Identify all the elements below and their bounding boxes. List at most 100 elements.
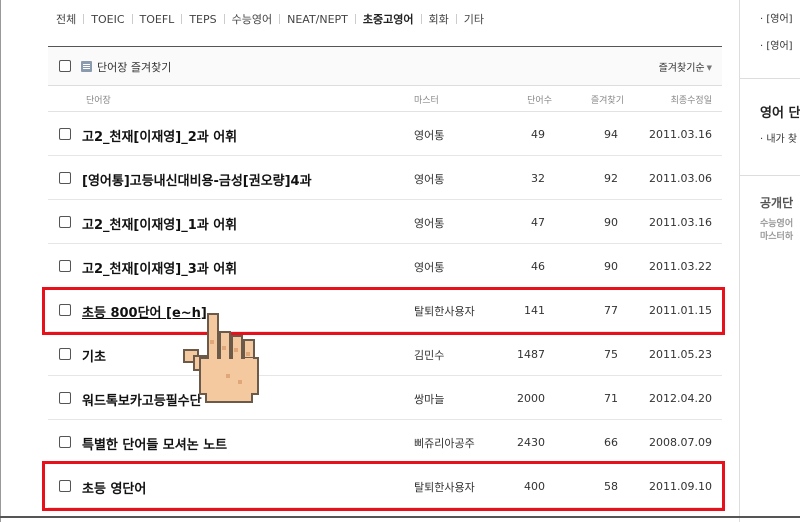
wordbook-title-link[interactable]: 고2_천재[이재영]_2과 어휘 <box>82 126 237 145</box>
wordbook-title-link[interactable]: 기초 <box>82 346 106 365</box>
word-count: 1487 <box>517 348 545 361</box>
sidebar-link[interactable]: · 내가 찾 <box>760 130 797 145</box>
category-tab[interactable]: NEAT/NEPT <box>287 13 348 26</box>
word-count: 46 <box>531 260 545 273</box>
sort-dropdown[interactable]: 즐겨찾기순 ▼ <box>659 59 712 74</box>
table-row: 워드톡보카고등필수단 쌍마늘 2000 71 2012.04.20 <box>48 376 722 420</box>
favorite-count: 66 <box>604 436 618 449</box>
table-header: 단어장 마스터 단어수 즐겨찾기 최종수정일 <box>48 86 722 112</box>
wordbook-table-body: 고2_천재[이재영]_2과 어휘 영어통 49 94 2011.03.16 [영어통]고등… <box>48 112 722 508</box>
column-header-count: 단어수 <box>527 96 552 106</box>
favorite-count: 92 <box>604 172 618 185</box>
right-sidebar: · [영어] · [영어] 영어 단 · 내가 찾 공개단 수능영어 마스터하 <box>740 0 800 522</box>
modified-date: 2011.05.23 <box>649 348 712 361</box>
wordbook-title-link[interactable]: 고2_천재[이재영]_3과 어휘 <box>82 258 237 277</box>
wordbook-title-link[interactable]: 초등 영단어 <box>82 478 146 497</box>
modified-date: 2011.01.15 <box>649 304 712 317</box>
row-checkbox[interactable] <box>59 172 71 184</box>
nav-separator <box>83 14 85 24</box>
category-tab[interactable]: TEPS <box>189 13 216 26</box>
word-count: 2000 <box>517 392 545 405</box>
sidebar-divider-line <box>740 175 800 176</box>
sidebar-divider-line <box>740 78 800 79</box>
column-header-date: 최종수정일 <box>670 96 712 106</box>
add-favorite-button[interactable]: 단어장 즐겨찾기 <box>97 59 171 75</box>
nav-separator <box>354 14 356 24</box>
column-header-title: 단어장 <box>86 96 111 106</box>
column-header-master: 마스터 <box>414 96 439 106</box>
favorite-count: 75 <box>604 348 618 361</box>
category-tab[interactable]: 회화 <box>429 11 449 27</box>
sidebar-link[interactable]: · [영어] <box>760 37 793 52</box>
list-icon <box>81 61 92 72</box>
master-name: 영어통 <box>414 217 445 230</box>
master-name: 김민수 <box>414 349 445 362</box>
modified-date: 2012.04.20 <box>649 392 712 405</box>
sidebar-section-desc: 수능영어 <box>760 219 794 229</box>
nav-separator <box>420 14 422 24</box>
sidebar-section-title: 영어 단 <box>760 106 800 121</box>
row-checkbox[interactable] <box>59 480 71 492</box>
sort-label: 즐겨찾기순 <box>658 63 705 74</box>
table-row: 초등 영단어 탈퇴한사용자 400 58 2011.09.10 <box>48 464 722 508</box>
table-row: [영어통]고등내신대비용-금성[권오량]4과 영어통 32 92 2011.03.06 <box>48 156 722 200</box>
category-nav: 전체 TOEIC TOEFL TEPS 수능영어 NEAT/NEPT 초중고영어 회화 기타 <box>56 10 484 28</box>
category-tab[interactable]: 전체 <box>56 11 76 27</box>
wordbook-title-link[interactable]: 고2_천재[이재영]_1과 어휘 <box>82 214 237 233</box>
favorite-count: 90 <box>604 216 618 229</box>
category-tab[interactable]: TOEIC <box>91 13 124 26</box>
row-checkbox[interactable] <box>59 348 71 360</box>
wordbook-title-link[interactable]: [영어통]고등내신대비용-금성[권오량]4과 <box>82 170 312 189</box>
word-count: 47 <box>531 216 545 229</box>
table-row: 고2_천재[이재영]_2과 어휘 영어통 49 94 2011.03.16 <box>48 112 722 156</box>
modified-date: 2011.09.10 <box>649 480 712 493</box>
word-count: 141 <box>524 304 545 317</box>
table-row: 고2_천재[이재영]_3과 어휘 영어통 46 90 2011.03.22 <box>48 244 722 288</box>
row-checkbox[interactable] <box>59 216 71 228</box>
table-row: 초등 800단어 [e~h] 탈퇴한사용자 141 77 2011.01.15 <box>48 288 722 332</box>
column-header-favorites: 즐겨찾기 <box>590 96 624 106</box>
hand-pointer-icon <box>183 313 259 403</box>
favorite-count: 71 <box>604 392 618 405</box>
favorite-count: 58 <box>604 480 618 493</box>
favorite-count: 90 <box>604 260 618 273</box>
master-name: 삐쥬리아공주 <box>414 437 475 450</box>
wordbook-title-link[interactable]: 특별한 단어들 모셔논 노트 <box>82 434 227 453</box>
table-row: 특별한 단어들 모셔논 노트 삐쥬리아공주 2430 66 2008.07.09 <box>48 420 722 464</box>
word-count: 49 <box>531 128 545 141</box>
modified-date: 2008.07.09 <box>649 436 712 449</box>
nav-separator <box>181 14 183 24</box>
category-tab[interactable]: 기타 <box>464 11 484 27</box>
sidebar-section-desc: 마스터하 <box>760 232 794 242</box>
nav-separator <box>223 14 225 24</box>
sidebar-link[interactable]: · [영어] <box>760 10 793 25</box>
sidebar-section-title: 공개단 <box>760 196 794 210</box>
modified-date: 2011.03.16 <box>649 128 712 141</box>
category-tab[interactable]: 수능영어 <box>232 11 272 27</box>
row-checkbox[interactable] <box>59 392 71 404</box>
master-name: 탈퇴한사용자 <box>414 481 475 494</box>
master-name: 영어통 <box>414 261 445 274</box>
list-toolbar: 단어장 즐겨찾기 즐겨찾기순 ▼ <box>48 46 722 86</box>
row-checkbox[interactable] <box>59 128 71 140</box>
master-name: 영어통 <box>414 173 445 186</box>
select-all-checkbox[interactable] <box>59 60 71 72</box>
favorite-count: 77 <box>604 304 618 317</box>
nav-separator <box>279 14 281 24</box>
row-checkbox[interactable] <box>59 436 71 448</box>
nav-separator <box>131 14 133 24</box>
word-count: 400 <box>524 480 545 493</box>
category-tab[interactable]: 초중고영어 <box>363 11 414 27</box>
row-checkbox[interactable] <box>59 304 71 316</box>
row-checkbox[interactable] <box>59 260 71 272</box>
modified-date: 2011.03.22 <box>649 260 712 273</box>
master-name: 쌍마늘 <box>414 393 445 406</box>
category-tab[interactable]: TOEFL <box>140 13 175 26</box>
master-name: 영어통 <box>414 129 445 142</box>
left-edge-line <box>0 0 1 522</box>
word-count: 2430 <box>517 436 545 449</box>
bottom-edge-line <box>0 516 800 518</box>
nav-separator <box>455 14 457 24</box>
master-name: 탈퇴한사용자 <box>414 305 475 318</box>
modified-date: 2011.03.06 <box>649 172 712 185</box>
